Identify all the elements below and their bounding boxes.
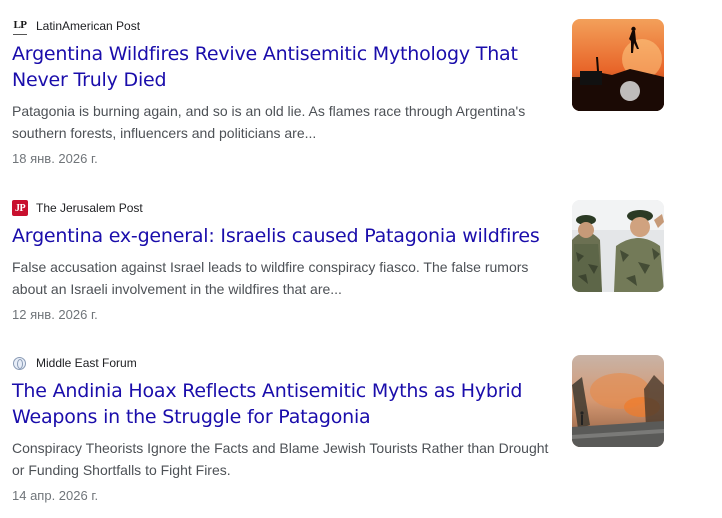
source-name: Middle East Forum xyxy=(36,356,137,370)
result-date: 12 янв. 2026 г. xyxy=(12,307,98,322)
result-thumbnail-image[interactable] xyxy=(572,355,664,447)
result-date: 14 апр. 2026 г. xyxy=(12,488,99,503)
latinamerican-post-favicon-icon: LP xyxy=(13,19,27,35)
search-result-1: LP LatinAmerican Post Argentina Wildfire… xyxy=(12,17,664,168)
result-source[interactable]: Middle East Forum xyxy=(12,354,664,372)
result-title-link[interactable]: Argentina ex-general: Israelis caused Pa… xyxy=(12,223,560,249)
search-result-3: Middle East Forum The Andinia Hoax Refle… xyxy=(12,354,664,505)
result-thumbnail-image[interactable] xyxy=(572,19,664,111)
source-name: LatinAmerican Post xyxy=(36,19,141,33)
result-snippet: False accusation against Israel leads to… xyxy=(12,259,529,297)
result-source[interactable]: LP LatinAmerican Post xyxy=(12,17,664,35)
result-source[interactable]: JP The Jerusalem Post xyxy=(12,199,664,217)
result-snippet: Patagonia is burning again, and so is an… xyxy=(12,103,526,141)
result-thumbnail-image[interactable] xyxy=(572,200,664,292)
result-title-link[interactable]: Argentina Wildfires Revive Antisemitic M… xyxy=(12,41,560,93)
search-result-2: JP The Jerusalem Post Argentina ex-gener… xyxy=(12,199,664,324)
globe-icon xyxy=(13,356,26,370)
jerusalem-post-favicon-icon: JP xyxy=(12,200,28,216)
result-title-link[interactable]: The Andinia Hoax Reflects Antisemitic My… xyxy=(12,378,560,430)
source-name: The Jerusalem Post xyxy=(36,201,143,215)
result-date: 18 янв. 2026 г. xyxy=(12,151,98,166)
result-snippet: Conspiracy Theorists Ignore the Facts an… xyxy=(12,440,549,478)
